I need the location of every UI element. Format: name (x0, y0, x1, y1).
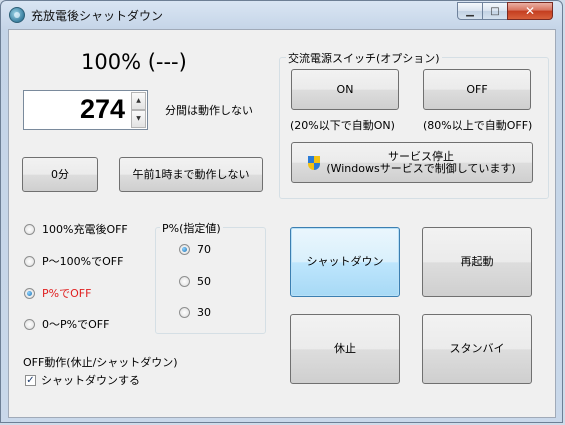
spin-up-button[interactable]: ▲ (131, 92, 146, 110)
main-panel: 100% (---) 274 ▲ ▼ 分間は動作しない 0分 午前1時まで動作し… (8, 29, 556, 418)
standby-label: スタンバイ (449, 342, 505, 355)
checkmark-icon: ✓ (25, 374, 36, 386)
p-value-option-50[interactable]: 50 (179, 275, 211, 288)
zero-minutes-button[interactable]: 0分 (22, 157, 98, 192)
spin-down-button[interactable]: ▼ (131, 110, 146, 128)
mode-option-p-to-100-off[interactable]: P～100%でOFF (24, 253, 123, 269)
ac-on-label: ON (336, 82, 354, 96)
radio-selected-icon (24, 287, 35, 299)
zero-minutes-label: 0分 (51, 167, 69, 181)
radio-icon (179, 307, 190, 318)
minutes-value: 274 (79, 94, 125, 124)
mode-option-label: P%でOFF (42, 287, 92, 300)
p-value-option-label: 50 (197, 275, 211, 288)
chevron-up-icon: ▲ (136, 97, 141, 104)
uac-shield-icon (308, 155, 321, 170)
service-stop-label: サービス停止 (387, 149, 454, 163)
shutdown-button[interactable]: シャットダウン (290, 227, 400, 297)
app-window: 充放電後シャットダウン ▁ □ ✕ 100% (---) 274 ▲ ▼ 分間は… (0, 0, 563, 423)
title-bar[interactable]: 充放電後シャットダウン ▁ □ ✕ (1, 1, 564, 29)
battery-status: 100% (---) (81, 50, 187, 74)
window-title: 充放電後シャットダウン (31, 9, 164, 23)
service-stop-sublabel: (Windowsサービスで制御しています) (326, 161, 516, 175)
sleep-button[interactable]: 休止 (290, 314, 400, 384)
p-value-title: P%(指定値) (160, 220, 223, 236)
minimize-button[interactable]: ▁ (457, 2, 483, 20)
radio-icon (24, 255, 35, 267)
shutdown-checkbox[interactable]: ✓ シャットダウンする (25, 372, 140, 388)
sleep-label: 休止 (334, 342, 356, 355)
mode-option-0-to-p-off[interactable]: 0～P%でOFF (24, 316, 109, 332)
service-stop-button[interactable]: サービス停止 (Windowsサービスで制御しています) (291, 142, 533, 183)
p-value-option-70[interactable]: 70 (179, 243, 211, 256)
restart-button[interactable]: 再起動 (422, 227, 532, 297)
p-value-option-30[interactable]: 30 (179, 306, 211, 319)
shutdown-checkbox-label: シャットダウンする (41, 374, 140, 387)
ac-switch-title: 交流電源スイッチ(オプション) (286, 50, 442, 66)
ac-on-note: (20%以下で自動ON) (290, 119, 395, 132)
radio-icon (179, 276, 190, 287)
app-icon (9, 7, 25, 23)
close-icon: ✕ (524, 4, 536, 18)
radio-selected-icon (179, 244, 190, 255)
maximize-icon: □ (490, 5, 500, 17)
minutes-input[interactable]: 274 ▲ ▼ (23, 90, 148, 130)
shutdown-label: シャットダウン (306, 255, 384, 268)
until-1am-button[interactable]: 午前1時まで動作しない (119, 157, 263, 192)
ac-on-button[interactable]: ON (291, 69, 399, 110)
radio-icon (24, 223, 35, 235)
p-value-option-label: 70 (197, 243, 211, 256)
mode-option-p-off[interactable]: P%でOFF (24, 285, 91, 301)
chevron-down-icon: ▼ (136, 115, 141, 122)
minimize-icon: ▁ (466, 5, 474, 17)
p-value-option-label: 30 (197, 306, 211, 319)
maximize-button[interactable]: □ (482, 2, 508, 20)
until-1am-label: 午前1時まで動作しない (132, 167, 250, 181)
mode-option-label: 0～P%でOFF (42, 318, 110, 331)
ac-off-button[interactable]: OFF (423, 69, 531, 110)
ac-off-label: OFF (466, 82, 488, 96)
close-button[interactable]: ✕ (507, 2, 553, 20)
mode-option-100-off[interactable]: 100%充電後OFF (24, 221, 128, 237)
mode-option-label: 100%充電後OFF (42, 223, 128, 236)
restart-label: 再起動 (460, 255, 494, 268)
mode-option-label: P～100%でOFF (42, 255, 124, 268)
ac-off-note: (80%以上で自動OFF) (423, 119, 533, 132)
standby-button[interactable]: スタンバイ (422, 314, 532, 384)
minutes-suffix-label: 分間は動作しない (165, 104, 253, 117)
off-action-label: OFF動作(休止/シャットダウン) (23, 356, 178, 369)
radio-icon (24, 318, 35, 330)
